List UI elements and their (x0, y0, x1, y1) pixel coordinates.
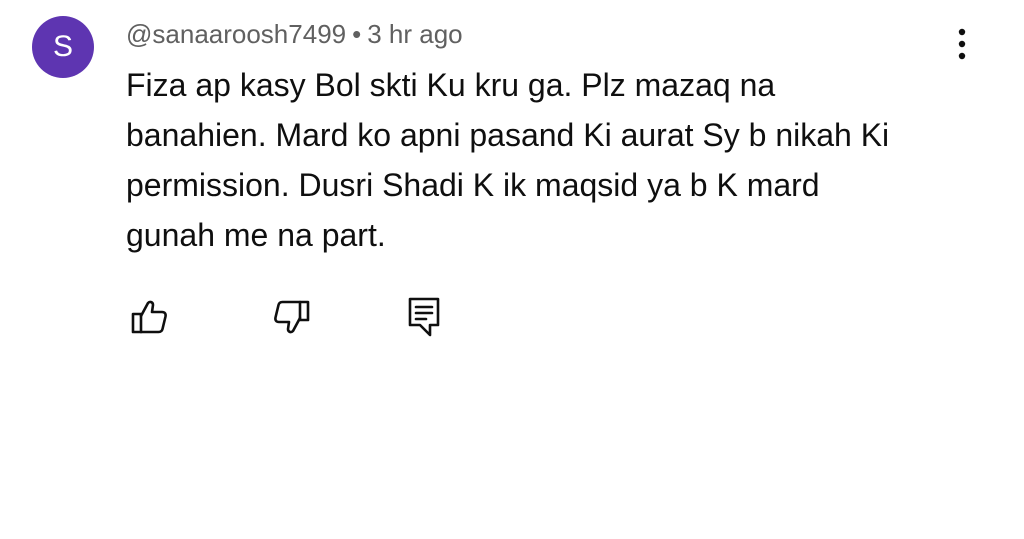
comment-text: Fiza ap kasy Bol skti Ku kru ga. Plz maz… (126, 67, 890, 253)
reply-comment-icon (404, 295, 444, 339)
avatar-letter: S (52, 30, 73, 63)
dislike-button[interactable] (267, 292, 317, 342)
comment-timestamp: 3 hr ago (367, 19, 463, 49)
like-button[interactable] (124, 292, 174, 342)
author-handle[interactable]: @sanaaroosh7499 (126, 19, 346, 49)
comment-item: S @sanaaroosh7499 • 3 hr ago Fiza ap kasy … (0, 0, 1024, 539)
meta-separator: • (352, 19, 362, 49)
avatar[interactable]: S (32, 16, 94, 78)
thumbs-down-icon (272, 297, 312, 337)
reply-button[interactable] (399, 292, 449, 342)
comment-header: @sanaaroosh7499 • 3 hr ago (126, 16, 463, 52)
thumbs-up-icon (129, 297, 169, 337)
